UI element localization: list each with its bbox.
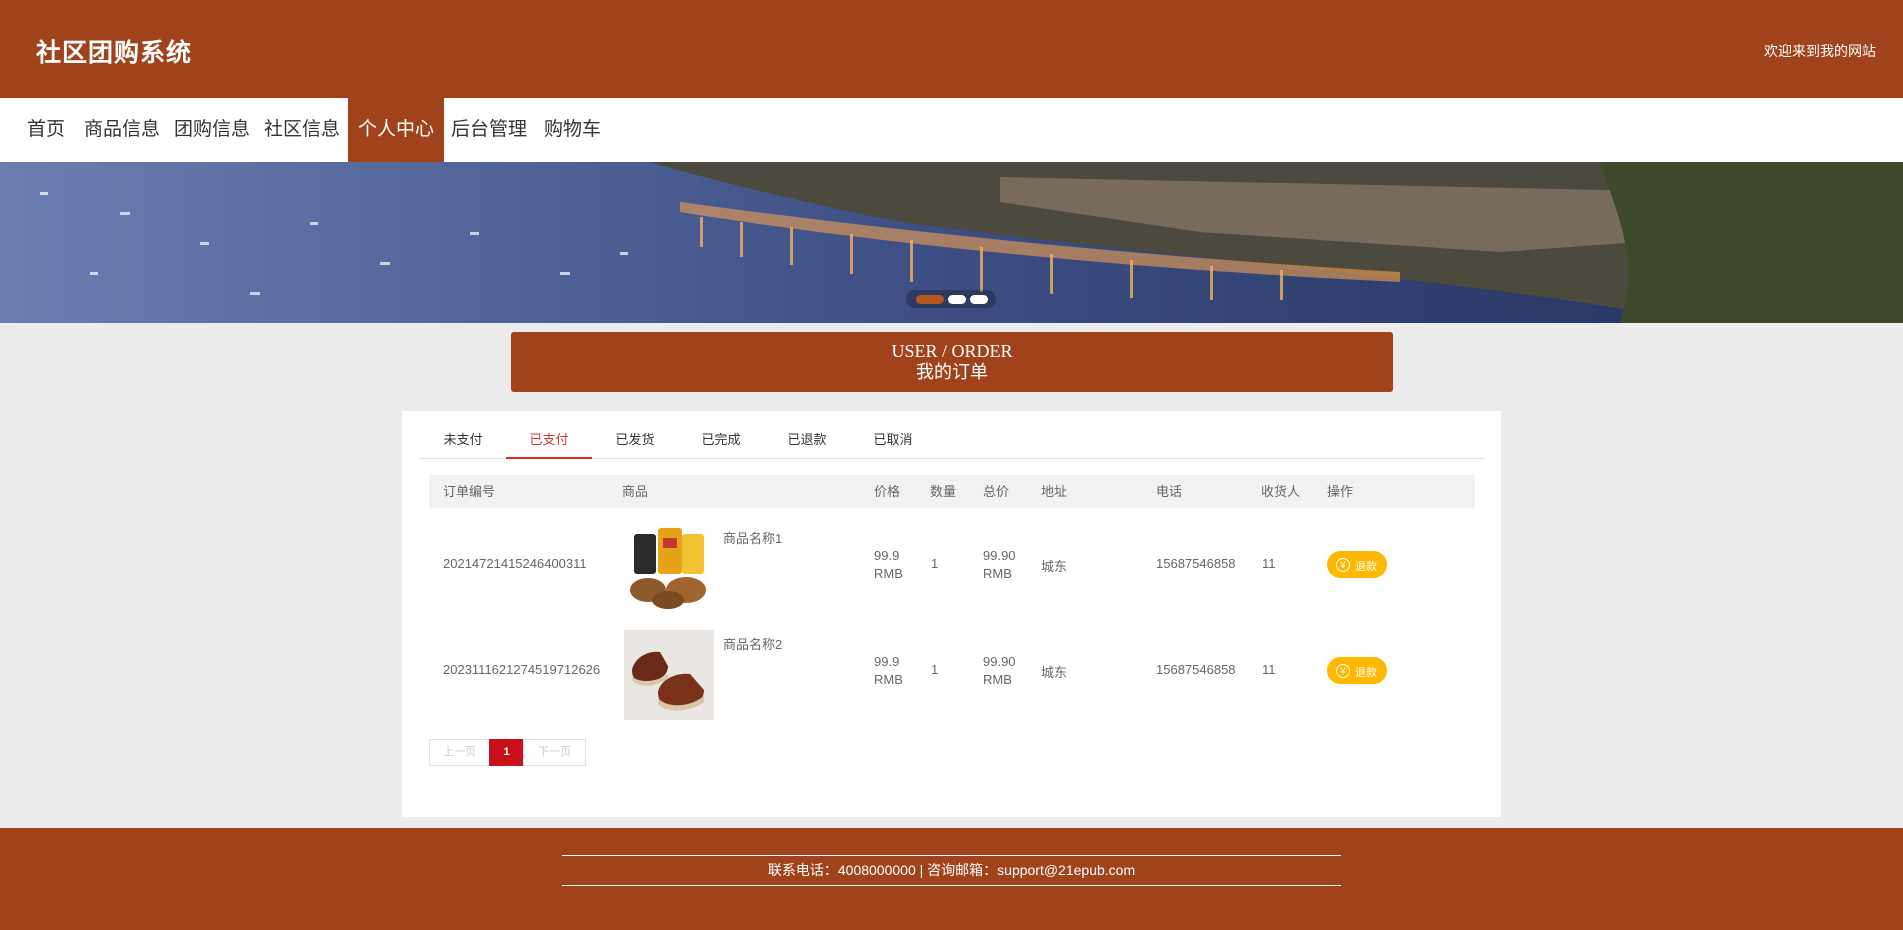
total-currency: RMB — [983, 672, 1012, 687]
page-1-button[interactable]: 1 — [489, 739, 524, 766]
tab-shipped[interactable]: 已发货 — [592, 421, 678, 458]
tab-cancelled[interactable]: 已取消 — [850, 421, 936, 458]
product-name[interactable]: 商品名称2 — [723, 634, 782, 653]
prev-page-button[interactable]: 上一页 — [429, 739, 490, 766]
order-status-tabs: 未支付 已支付 已发货 已完成 已退款 已取消 — [420, 421, 1484, 459]
nav-admin[interactable]: 后台管理 — [451, 98, 527, 162]
header: 社区团购系统 欢迎来到我的网站 — [0, 0, 1903, 98]
price-value: 99.9 — [874, 654, 900, 669]
product-image[interactable] — [624, 630, 714, 720]
yuan-icon: ¥ — [1336, 558, 1350, 572]
carousel-dots — [906, 290, 996, 308]
footer-divider-top — [562, 855, 1341, 856]
address: 城东 — [1041, 559, 1068, 574]
tab-paid[interactable]: 已支付 — [506, 421, 592, 459]
th-price: 价格 — [874, 484, 901, 499]
carousel-dot-2[interactable] — [948, 295, 966, 304]
price: 99.9 RMB — [874, 547, 903, 583]
address: 城东 — [1041, 665, 1068, 680]
nav-products[interactable]: 商品信息 — [84, 98, 160, 162]
nav-community[interactable]: 社区信息 — [264, 98, 340, 162]
th-qty: 数量 — [930, 484, 957, 499]
price: 99.9 RMB — [874, 653, 903, 689]
next-page-button[interactable]: 下一页 — [523, 739, 586, 766]
nav-personal-center[interactable]: 个人中心 — [348, 98, 445, 162]
th-address: 地址 — [1041, 484, 1068, 499]
th-order-no: 订单编号 — [443, 484, 496, 499]
phone: 15687546858 — [1156, 556, 1236, 571]
receiver: 11 — [1262, 556, 1276, 571]
section-title-cn: 我的订单 — [916, 362, 988, 382]
price-currency: RMB — [874, 566, 903, 581]
product-name[interactable]: 商品名称1 — [723, 528, 782, 547]
total: 99.90 RMB — [983, 547, 1016, 583]
price-value: 99.9 — [874, 548, 900, 563]
th-product: 商品 — [622, 484, 649, 499]
th-total: 总价 — [983, 484, 1010, 499]
welcome-text: 欢迎来到我的网站 — [1764, 43, 1876, 59]
table-row: 20214721415246400311 商品名称1 99.9 RMB 1 99… — [429, 512, 1475, 618]
receiver: 11 — [1262, 662, 1276, 677]
footer: 联系电话：4008000000 | 咨询邮箱：support@21epub.co… — [0, 828, 1903, 930]
footer-contact: 联系电话：4008000000 | 咨询邮箱：support@21epub.co… — [767, 862, 1136, 878]
order-no: 20214721415246400311 — [443, 556, 587, 571]
section-title: USER / ORDER 我的订单 — [511, 332, 1393, 392]
order-no: 2023111621274519712626 — [443, 662, 601, 677]
total: 99.90 RMB — [983, 653, 1016, 689]
th-receiver: 收货人 — [1261, 484, 1301, 499]
tab-completed[interactable]: 已完成 — [678, 421, 764, 458]
product-image[interactable] — [624, 524, 714, 614]
tab-unpaid[interactable]: 未支付 — [420, 421, 506, 458]
nav-cart[interactable]: 购物车 — [544, 98, 601, 162]
tab-refunded[interactable]: 已退款 — [764, 421, 850, 458]
table-header: 订单编号 商品 价格 数量 总价 地址 电话 收货人 操作 — [429, 475, 1475, 508]
table-row: 2023111621274519712626 商品名称2 99.9 RMB 1 … — [429, 618, 1475, 724]
phone: 15687546858 — [1156, 662, 1236, 677]
refund-button[interactable]: ¥ 退款 — [1327, 551, 1387, 578]
nav-group-buy[interactable]: 团购信息 — [174, 98, 250, 162]
th-action: 操作 — [1327, 484, 1354, 499]
price-currency: RMB — [874, 672, 903, 687]
total-currency: RMB — [983, 566, 1012, 581]
carousel-dot-3[interactable] — [970, 295, 988, 304]
refund-label: 退款 — [1355, 561, 1377, 573]
quantity: 1 — [931, 662, 939, 677]
refund-button[interactable]: ¥ 退款 — [1327, 657, 1387, 684]
carousel-dot-1[interactable] — [916, 295, 944, 304]
site-title: 社区团购系统 — [36, 39, 193, 67]
yuan-icon: ¥ — [1336, 664, 1350, 678]
total-value: 99.90 — [983, 654, 1016, 669]
total-value: 99.90 — [983, 548, 1016, 563]
refund-label: 退款 — [1355, 667, 1377, 679]
th-phone: 电话 — [1156, 484, 1183, 499]
main-nav: 首页 商品信息 团购信息 社区信息 个人中心 后台管理 购物车 — [0, 98, 1903, 162]
section-title-en: USER / ORDER — [891, 341, 1013, 361]
quantity: 1 — [931, 556, 939, 571]
nav-home[interactable]: 首页 — [27, 98, 65, 162]
footer-divider-bottom — [562, 885, 1341, 886]
orders-panel: 未支付 已支付 已发货 已完成 已退款 已取消 订单编号 商品 价格 数量 总价… — [402, 411, 1501, 817]
